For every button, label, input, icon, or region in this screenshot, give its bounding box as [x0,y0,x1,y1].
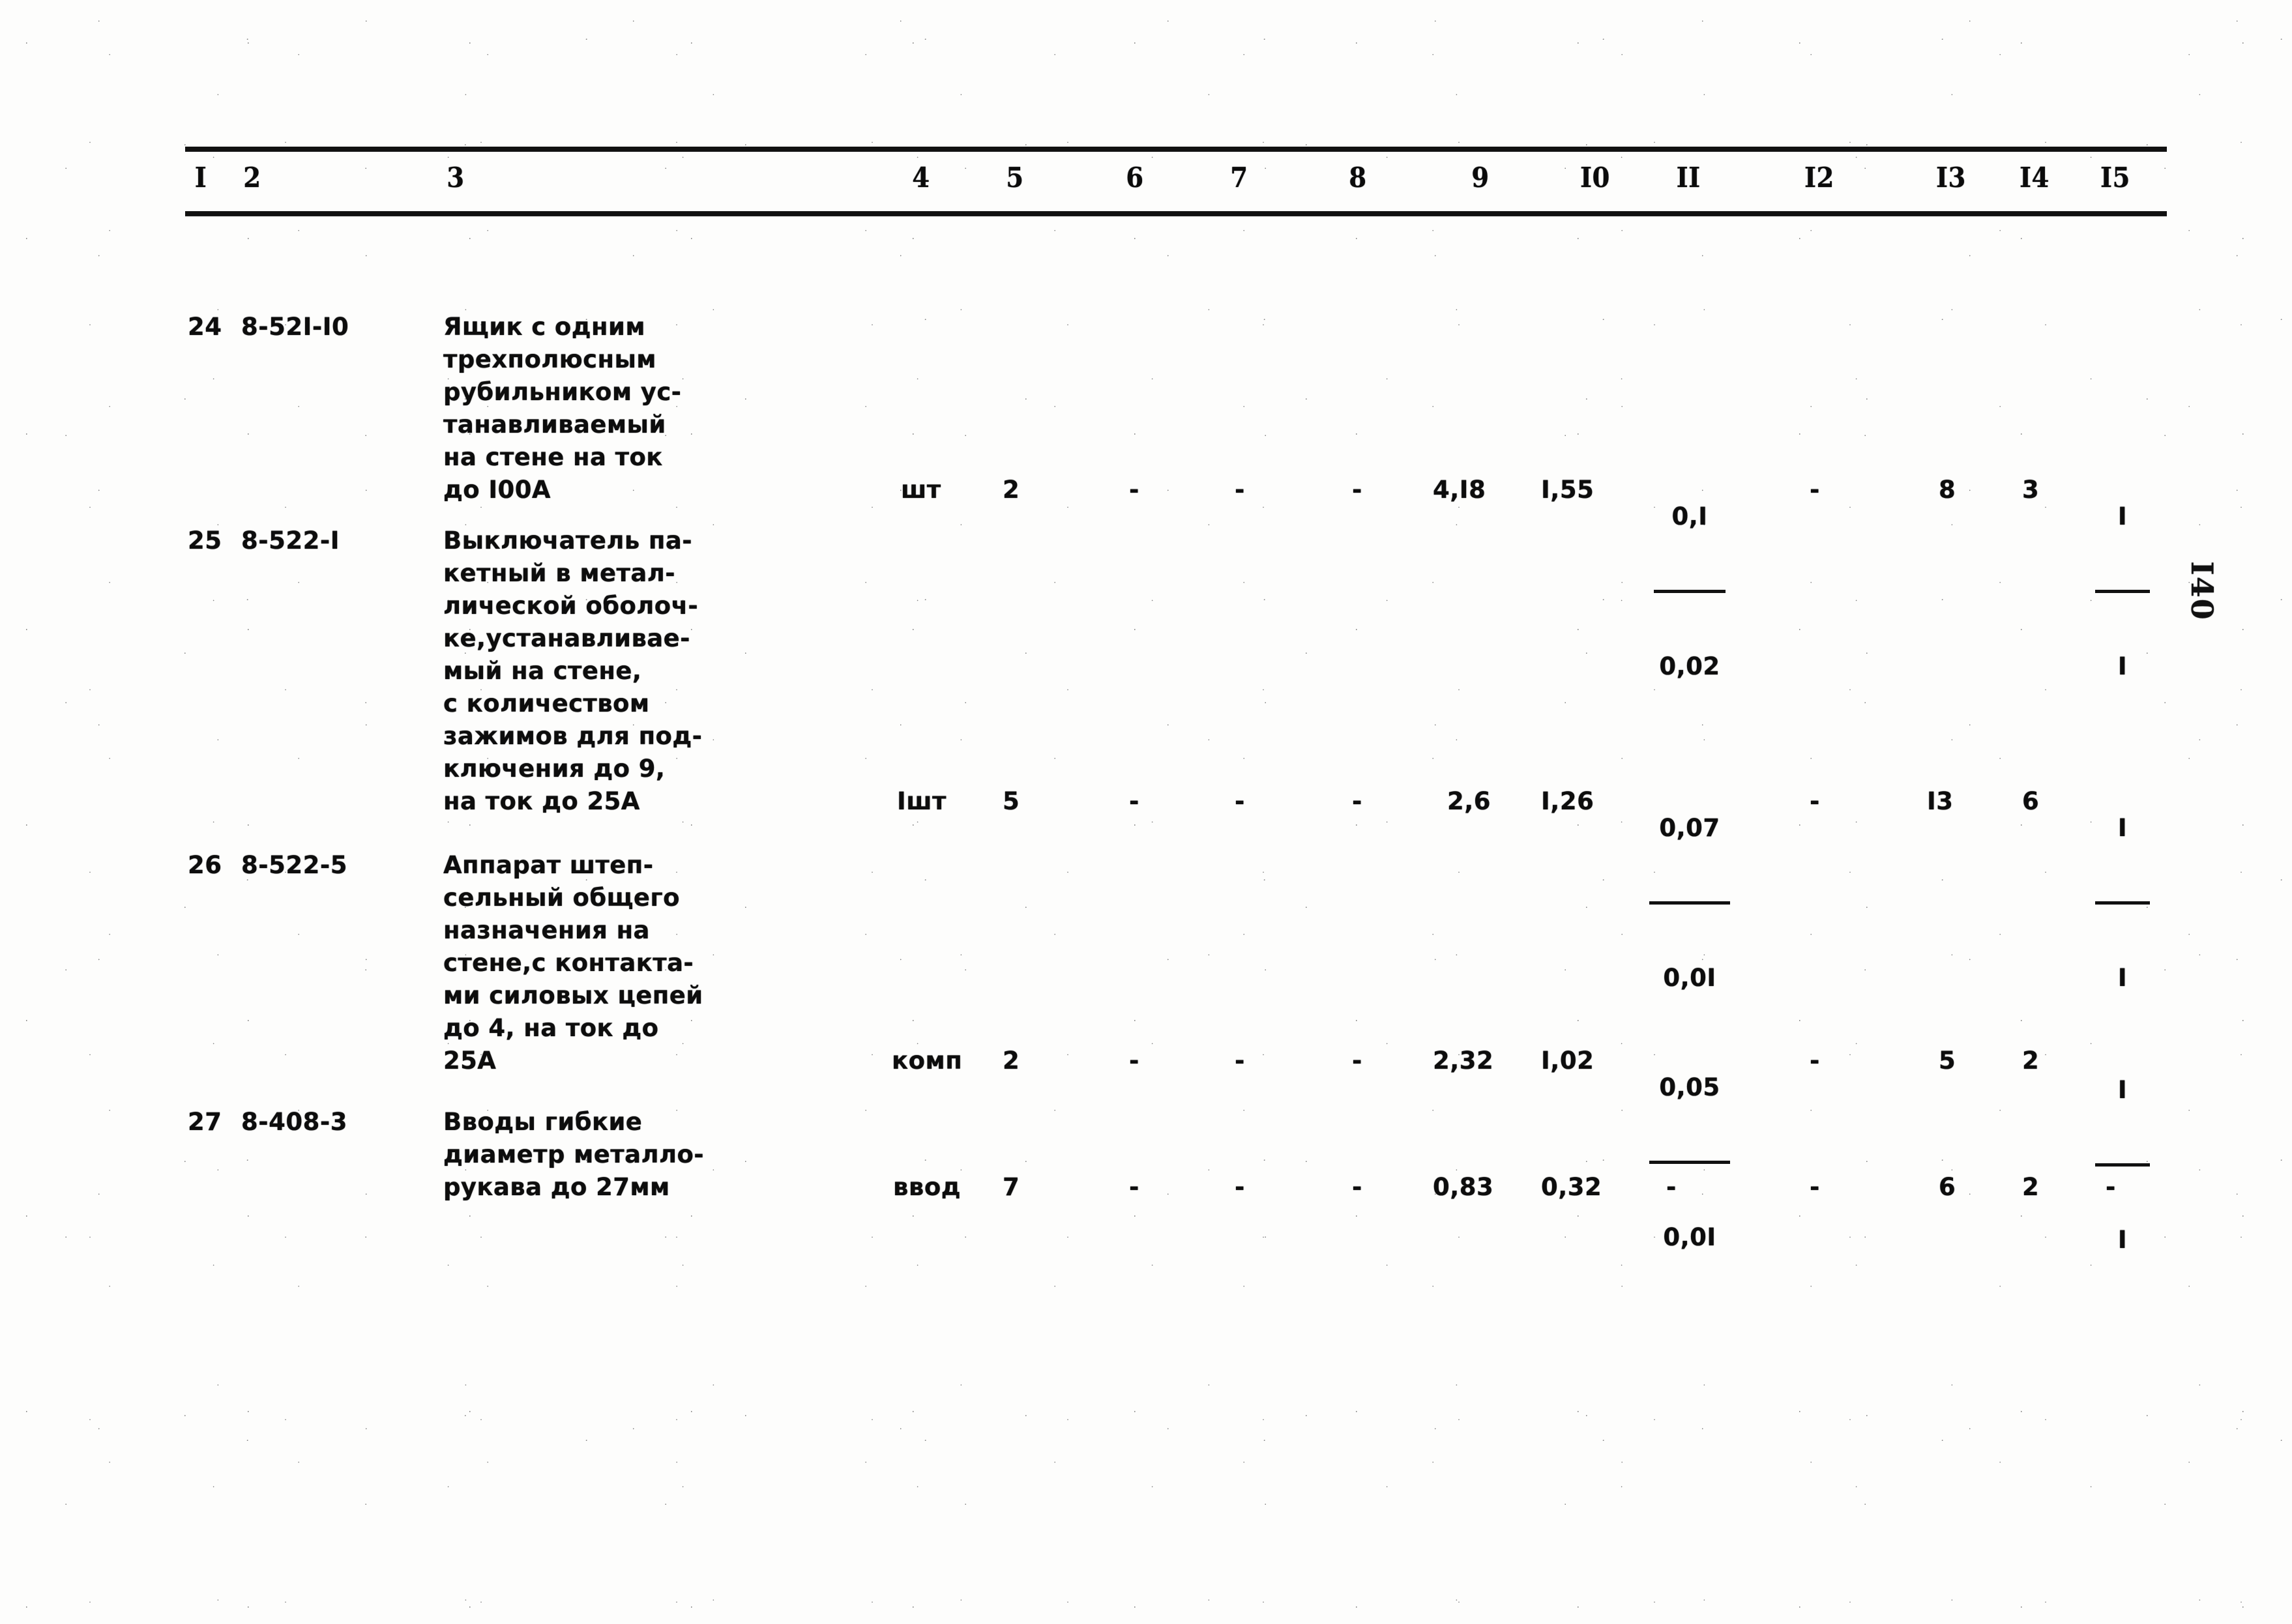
table-row: 27 8-408-3 Вводы гибкие диаметр металло-… [185,1046,2167,1201]
row-description-line: Выключатель па- [443,527,693,555]
row-number: 25 [188,527,222,555]
row-description-line: Ящик с одним [443,313,645,341]
row-description-line: трехполюсным [443,345,656,373]
row-description-line: зажимов для под- [443,722,703,750]
row-col7: - [1235,1173,1245,1201]
column-header-7: 7 [1230,162,1248,194]
row-description-line: ке,устанавливае- [443,624,690,652]
row-number: 26 [188,851,222,879]
table-top-rule [185,147,2167,151]
column-header-3: 3 [447,162,465,194]
row-col8: - [1352,1173,1362,1201]
column-header-12: I2 [1804,162,1834,194]
column-header-8: 8 [1349,162,1367,194]
row-code: 8-52I-I0 [241,313,349,341]
page-folio: I40 [2184,561,2220,621]
column-header-2: 2 [243,162,261,194]
row-description-line: ми силовых цепей [443,981,703,1009]
column-header-14: I4 [2019,162,2050,194]
row-col11: - [1666,1173,1677,1201]
fraction-denominator: I [2117,1226,2128,1254]
column-header-4: 4 [912,162,930,194]
row-code: 8-522-5 [241,851,347,879]
row-unit: ввод [893,1173,962,1201]
row-description-line: рубильником ус- [443,378,682,406]
row-description-line: диаметр металло- [443,1140,705,1168]
table-body: 24 8-52I-I0 Ящик с одним трехполюсным ру… [185,216,2167,1254]
row-code: 8-408-3 [241,1108,347,1136]
row-description-line: лической оболоч- [443,592,699,620]
column-header-1: I [194,162,207,194]
table-row: 25 8-522-I Выключатель па- кетный в мета… [185,459,2167,992]
row-description-line: Вводы гибкие [443,1108,643,1136]
row-description-line: рукава до 27мм [443,1173,670,1201]
row-description-line: назначения на [443,916,650,944]
row-col9: 0,83 [1433,1173,1494,1201]
row-description-line: ключения до 9, [443,755,666,783]
table-header-row: I 2 3 4 5 6 7 8 9 I0 II I2 I3 I4 I5 [185,151,2167,211]
row-col15: - [2106,1173,2116,1201]
row-col10: 0,32 [1541,1173,1602,1201]
row-col12: - [1810,1173,1820,1201]
row-description-line: танавливаемый [443,411,666,439]
row-col13: 6 [1939,1173,1956,1201]
column-header-6: 6 [1126,162,1144,194]
table-row: 24 8-52I-I0 Ящик с одним трехполюсным ру… [185,238,2167,680]
row-description-line: мый на стене, [443,657,642,685]
column-header-10: I0 [1579,162,1610,194]
fraction-denominator: 0,0I [1663,1223,1716,1251]
row-description-line: стене,с контакта- [443,949,694,977]
row-description-line: Аппарат штеп- [443,851,654,879]
row-col6: - [1129,1173,1139,1201]
row-col14: 2 [2022,1173,2040,1201]
row-number: 27 [188,1108,222,1136]
row-description-line: кетный в метал- [443,559,675,587]
row-description-line: сельный общего [443,884,680,912]
row-qty: 7 [1003,1173,1020,1201]
column-header-9: 9 [1471,162,1490,194]
table-row: 26 8-522-5 Аппарат штеп- сельный общего … [185,785,2167,1254]
row-code: 8-522-I [241,527,340,555]
row-number: 24 [188,313,222,341]
column-header-5: 5 [1006,162,1024,194]
row-description-line: с количеством [443,689,650,718]
column-header-11: II [1676,162,1701,194]
row-description-line: до 4, на ток до [443,1014,659,1042]
column-header-15: I5 [2100,162,2130,194]
table-header-rule [185,211,2167,216]
column-header-13: I3 [1935,162,1966,194]
norms-table: I 2 3 4 5 6 7 8 9 I0 II I2 I3 I4 I5 24 8… [185,147,2167,1254]
document-page: I 2 3 4 5 6 7 8 9 I0 II I2 I3 I4 I5 24 8… [0,0,2292,1624]
